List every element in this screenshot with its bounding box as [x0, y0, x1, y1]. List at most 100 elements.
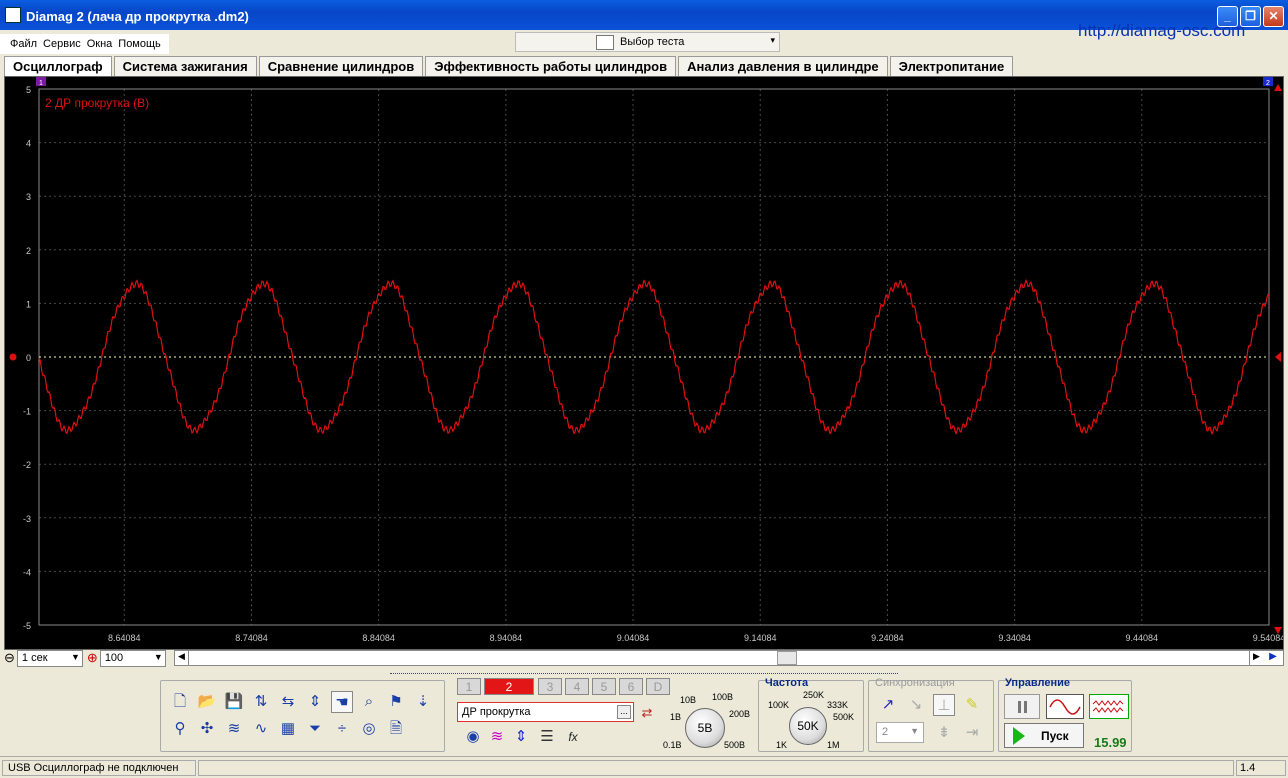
zero-indicator-left: [9, 353, 17, 361]
zoom-in-icon[interactable]: ⊕: [87, 650, 98, 666]
y-tick-label: 0: [26, 353, 31, 363]
timebase-select[interactable]: 1 сек ▼: [16, 649, 83, 667]
filter-icon[interactable]: ⚲: [169, 718, 191, 740]
brand-url-link[interactable]: http://diamag-osc.com: [1078, 21, 1245, 41]
channel-button-d[interactable]: D: [646, 678, 670, 695]
new-file-icon[interactable]: 🗋: [169, 691, 191, 713]
status-panel: [198, 760, 1234, 776]
add-marker-icon[interactable]: ⚑: [385, 691, 407, 713]
volt-label-200: 200В: [729, 709, 751, 719]
tab-pressure-analysis[interactable]: Анализ давления в цилиндре: [678, 56, 888, 76]
volt-label-500: 500В: [724, 740, 746, 750]
tab-oscilloscope[interactable]: Осциллограф: [4, 56, 112, 76]
table-icon[interactable]: ▦: [277, 718, 299, 740]
vertical-shift-icon[interactable]: ⇕: [510, 726, 532, 748]
pause-button[interactable]: [1004, 694, 1040, 719]
start-button-label: Пуск: [1041, 729, 1069, 743]
menu-service[interactable]: Сервис: [43, 38, 81, 54]
eye-icon[interactable]: ◉: [462, 726, 484, 748]
auto-timing-icon[interactable]: ◎: [358, 718, 380, 740]
save-icon[interactable]: 💾: [223, 691, 245, 713]
single-wave-button[interactable]: [1046, 694, 1084, 719]
channel-button-1[interactable]: 1: [457, 678, 481, 695]
scroll-play-button[interactable]: ▶: [1265, 651, 1281, 665]
freq-label-1k: 1K: [776, 740, 788, 750]
sync-falling-edge-icon: ↘: [909, 696, 923, 713]
open-folder-icon[interactable]: 📂: [196, 691, 218, 713]
channel-name-browse-button[interactable]: ...: [617, 705, 631, 719]
timebase-value: 1 сек: [21, 651, 48, 664]
tab-power-supply[interactable]: Электропитание: [889, 56, 1014, 76]
zero-indicator-right: [1275, 352, 1281, 362]
panel-splitter[interactable]: [390, 666, 898, 674]
lines-icon[interactable]: ☰: [536, 726, 558, 748]
report-icon[interactable]: 🗎: [385, 718, 407, 740]
channel-button-4[interactable]: 4: [565, 678, 589, 695]
voltage-knob[interactable]: 5В: [685, 708, 725, 748]
oscilloscope-display[interactable]: 5 4 3 2 1 0 -1 -2 -3 -4 -5 8.64084 8.74084 8.84084 8.9…: [4, 76, 1284, 650]
zoom-icon[interactable]: ⌕: [358, 691, 380, 713]
continuous-wave-button[interactable]: [1089, 694, 1129, 719]
wave-overlay-icon[interactable]: ≋: [223, 718, 245, 740]
cursor-cross-icon[interactable]: ✣: [196, 718, 218, 740]
sync-channel-select: 2 ▼: [876, 722, 924, 743]
menu-help[interactable]: Помощь: [118, 38, 161, 54]
volt-label-1: 1В: [670, 712, 682, 722]
zoom-select[interactable]: 100 ▼: [99, 649, 166, 667]
volt-label-100: 100В: [712, 692, 734, 702]
horizontal-scrollbar[interactable]: ◀ ▶ ▶: [174, 650, 1284, 666]
split-icon[interactable]: ÷: [331, 718, 353, 740]
sync-title: Синхронизация: [875, 677, 955, 689]
y-tick-label: 1: [26, 299, 31, 309]
auto-scale-icon[interactable]: ⇕: [304, 691, 326, 713]
wave-icon[interactable]: ≋: [486, 726, 508, 748]
marker-left-label: 1: [39, 80, 43, 87]
wave-compare-icon[interactable]: ∿: [250, 718, 272, 740]
close-button[interactable]: ✕: [1263, 6, 1284, 27]
volt-label-01: 0.1В: [663, 740, 682, 750]
menu-windows[interactable]: Окна: [87, 38, 113, 54]
tab-cylinder-compare[interactable]: Сравнение цилиндров: [258, 56, 424, 76]
marker-right-label: 2: [1266, 80, 1270, 87]
frequency-knob[interactable]: 50K: [789, 707, 827, 745]
freq-label-1m: 1M: [827, 740, 840, 750]
tab-cylinder-efficiency[interactable]: Эффективность работы цилиндров: [425, 56, 677, 76]
tab-ignition[interactable]: Система зажигания: [113, 56, 257, 76]
channel-label: 2 ДР прокрутка (В): [45, 96, 149, 110]
x-tick-label: 9.14084: [744, 633, 777, 643]
y-tick-label: -3: [23, 514, 31, 524]
y-tick-label: 4: [26, 139, 31, 149]
test-selector[interactable]: Выбор теста ▾: [515, 32, 780, 52]
channel-button-2[interactable]: 2: [484, 678, 534, 695]
channel-button-6[interactable]: 6: [619, 678, 643, 695]
start-button[interactable]: Пуск: [1004, 723, 1084, 748]
freq-label-100k: 100K: [768, 700, 790, 710]
scroll-thumb[interactable]: [777, 651, 797, 665]
sync-rising-edge-icon[interactable]: ↗: [877, 694, 899, 716]
channel-settings-icon[interactable]: ⇄: [636, 702, 658, 724]
horizontal-scale-icon[interactable]: ⇆: [277, 691, 299, 713]
status-text: USB Осциллограф не подключен: [2, 760, 196, 776]
zoom-out-icon[interactable]: ⊖: [4, 650, 15, 666]
channel-button-3[interactable]: 3: [538, 678, 562, 695]
funnel-icon[interactable]: ⏷: [304, 718, 326, 740]
main-tabs: Осциллограф Система зажигания Сравнение …: [4, 56, 1014, 76]
sine-wave-icon: [1049, 699, 1081, 715]
scroll-up-arrow: [1274, 84, 1282, 91]
scroll-right-button[interactable]: ▶: [1249, 651, 1263, 665]
sync-auto-icon[interactable]: ✎: [961, 694, 983, 716]
x-tick-label: 9.44084: [1126, 633, 1159, 643]
menu-file[interactable]: Файл: [10, 38, 37, 54]
channel-button-5[interactable]: 5: [592, 678, 616, 695]
y-tick-label: 2: [26, 246, 31, 256]
hand-pan-icon[interactable]: ☚: [331, 691, 353, 713]
freq-label-500k: 500K: [833, 712, 855, 722]
channel-name-field[interactable]: ДР прокрутка ...: [457, 702, 634, 722]
oscilloscope-chart[interactable]: 5 4 3 2 1 0 -1 -2 -3 -4 -5 8.64084 8.74084 8.84084 8.9…: [5, 77, 1283, 649]
frequency-knob-value: 50K: [797, 719, 819, 733]
fps-readout: 15.99: [1094, 735, 1127, 750]
scroll-left-button[interactable]: ◀: [175, 651, 189, 665]
vertical-scale-icon[interactable]: ⇅: [250, 691, 272, 713]
function-icon[interactable]: fx: [562, 726, 584, 748]
zero-marker-icon[interactable]: ⇣: [412, 691, 434, 713]
